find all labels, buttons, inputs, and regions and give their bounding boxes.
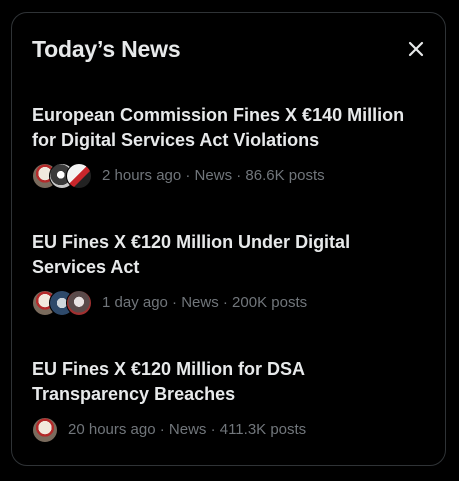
card-title: Today’s News	[32, 36, 181, 62]
news-meta-row: 1 day ago · News · 200K posts	[32, 289, 425, 317]
close-icon	[408, 41, 424, 57]
news-item[interactable]: EU Fines X €120 Million for DSA Transpar…	[32, 357, 425, 444]
news-meta: 2 hours ago · News · 86.6K posts	[102, 167, 325, 184]
avatar-stack	[32, 290, 92, 316]
news-headline: European Commission Fines X €140 Million…	[32, 105, 405, 150]
avatar	[32, 417, 58, 443]
close-button[interactable]	[405, 38, 427, 60]
news-meta: 1 day ago · News · 200K posts	[102, 294, 308, 311]
avatar	[66, 290, 92, 316]
avatar-stack	[32, 163, 92, 189]
news-headline: EU Fines X €120 Million Under Digital Se…	[32, 232, 351, 277]
news-headline: EU Fines X €120 Million for DSA Transpar…	[32, 359, 305, 404]
avatar	[66, 163, 92, 189]
news-meta: 20 hours ago · News · 411.3K posts	[68, 421, 307, 438]
todays-news-card: Today’s News European Commission Fines X…	[11, 12, 446, 466]
news-meta-row: 2 hours ago · News · 86.6K posts	[32, 162, 425, 190]
news-item[interactable]: European Commission Fines X €140 Million…	[32, 103, 425, 190]
avatar-stack	[32, 417, 58, 443]
news-meta-row: 20 hours ago · News · 411.3K posts	[32, 416, 425, 444]
card-header: Today’s News	[32, 33, 425, 65]
news-item[interactable]: EU Fines X €120 Million Under Digital Se…	[32, 230, 425, 317]
